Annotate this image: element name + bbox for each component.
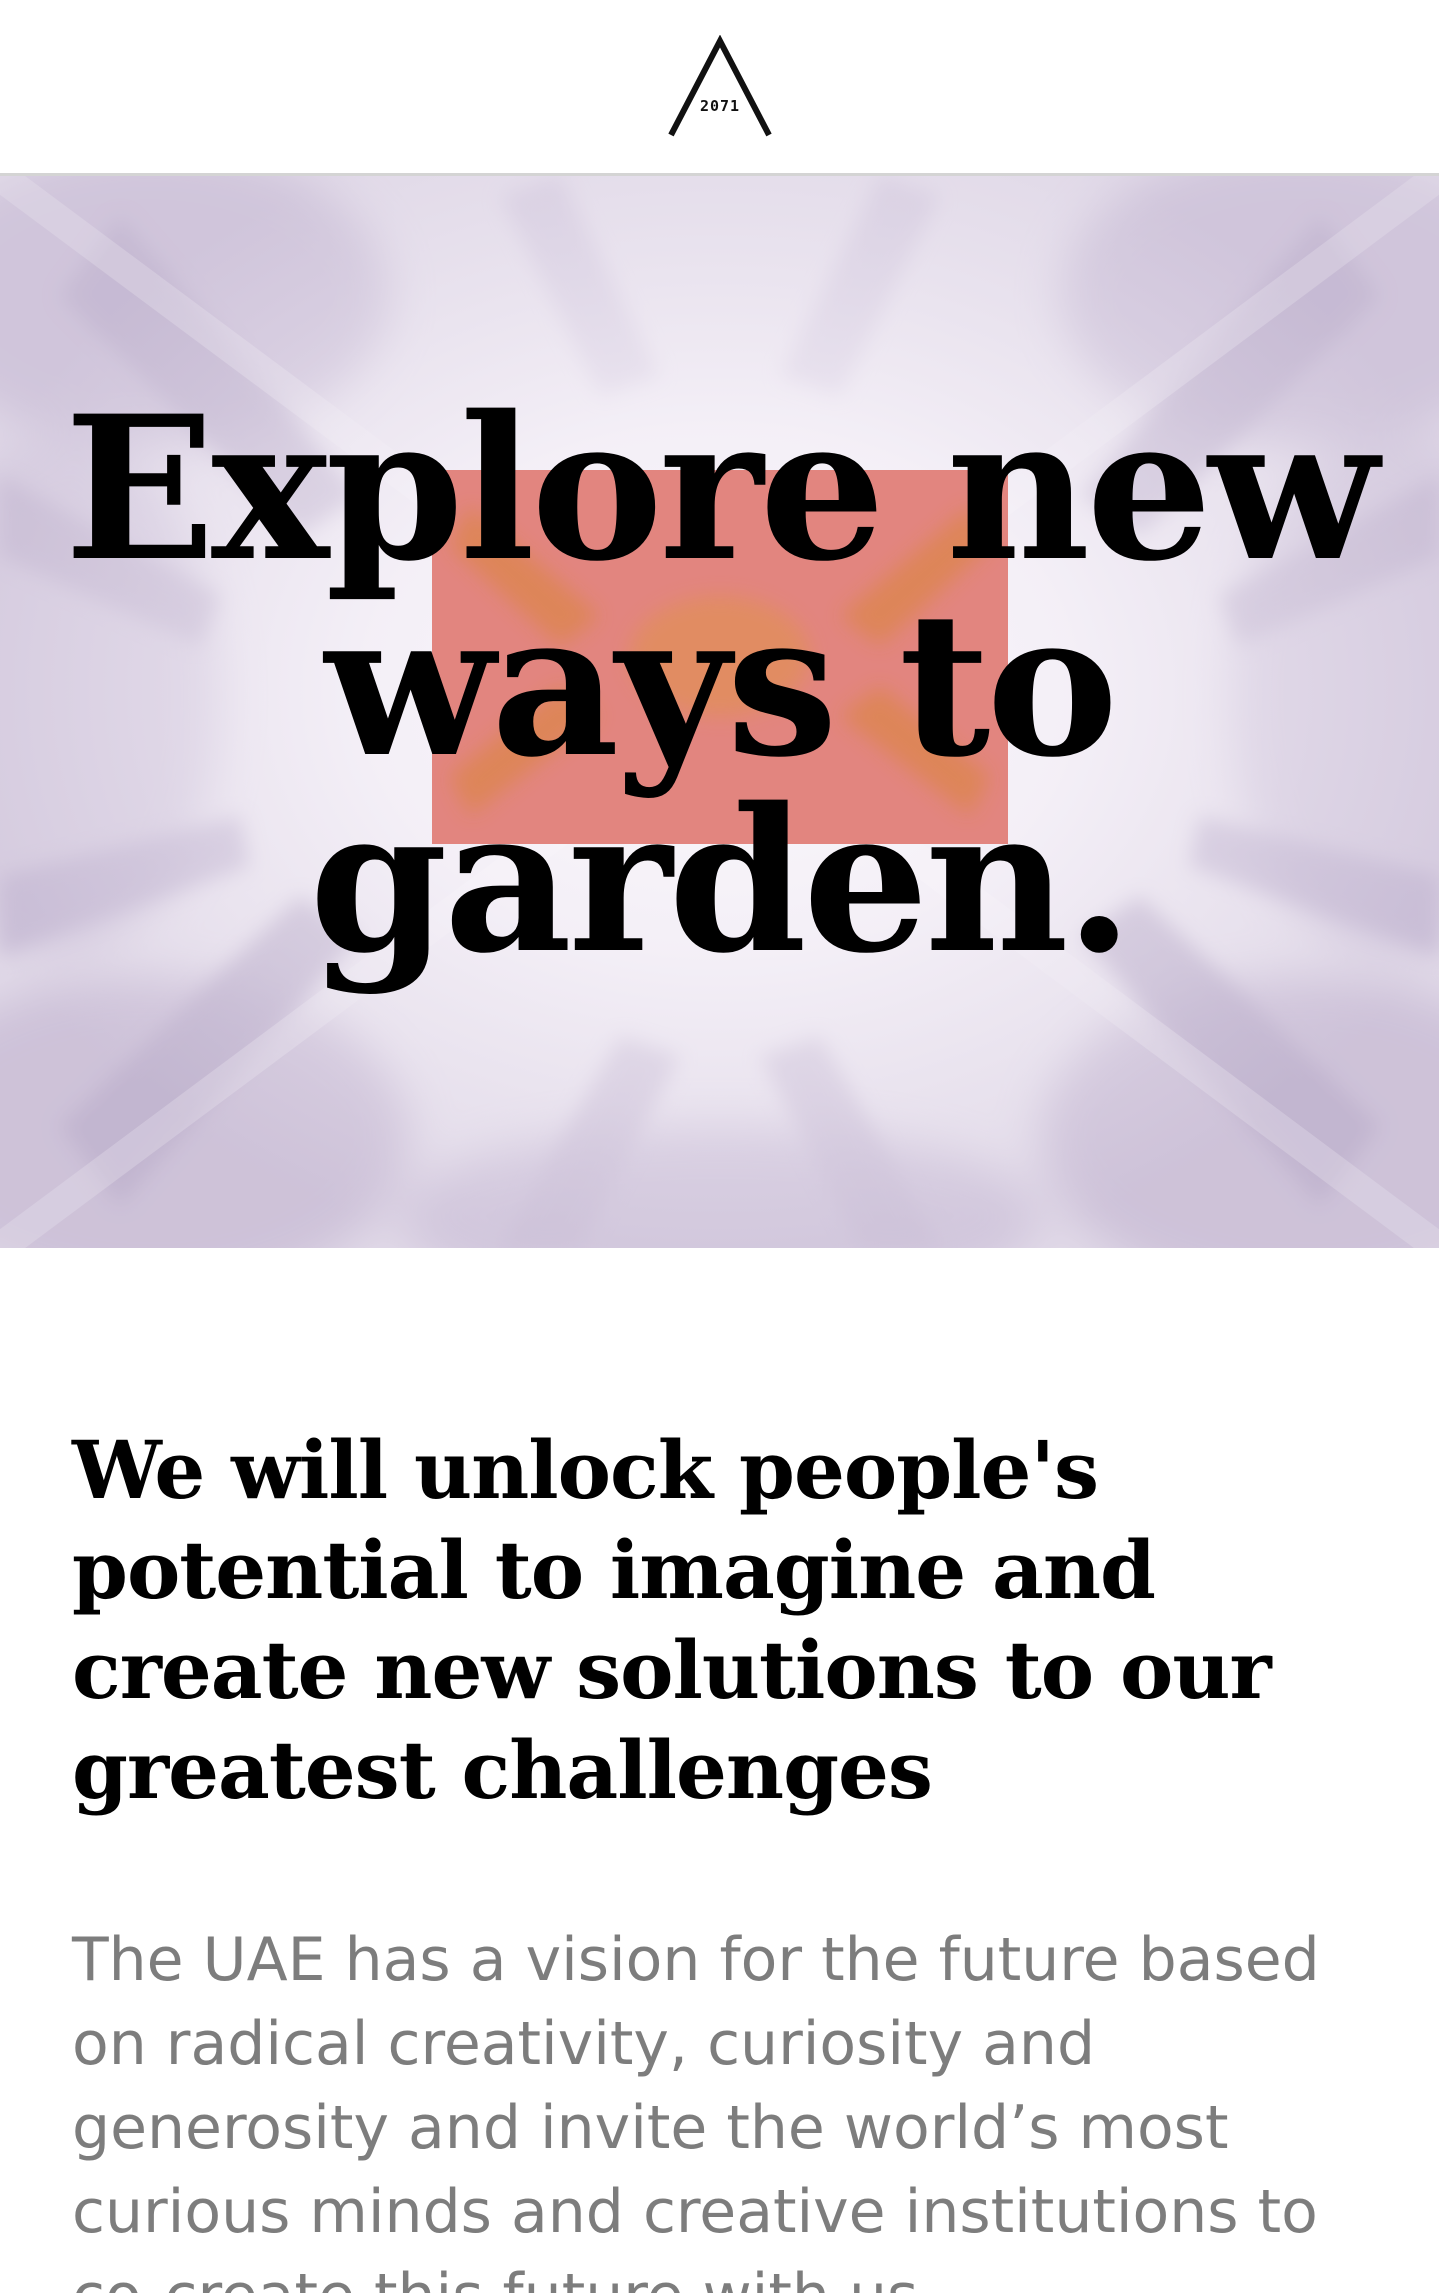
page: 2071 Explore new ways to garden. We will…: [0, 0, 1439, 2293]
hero-title-line-1: Explore new: [64, 372, 1378, 605]
logo-text: 2071: [699, 97, 739, 115]
hero-title-line-3: garden.: [309, 764, 1133, 997]
hero-title-line-2: ways to: [324, 568, 1119, 801]
hero-banner: Explore new ways to garden.: [0, 176, 1439, 1248]
triangle-a-logo-icon[interactable]: 2071: [665, 34, 775, 139]
mission-heading: We will unlock people's potential to ima…: [72, 1423, 1272, 1817]
site-header: 2071: [0, 0, 1439, 176]
intro-section: We will unlock people's potential to ima…: [72, 1420, 1372, 2293]
vision-paragraph: The UAE has a vision for the future base…: [72, 1925, 1320, 2293]
hero-title: Explore new ways to garden.: [0, 372, 1439, 997]
